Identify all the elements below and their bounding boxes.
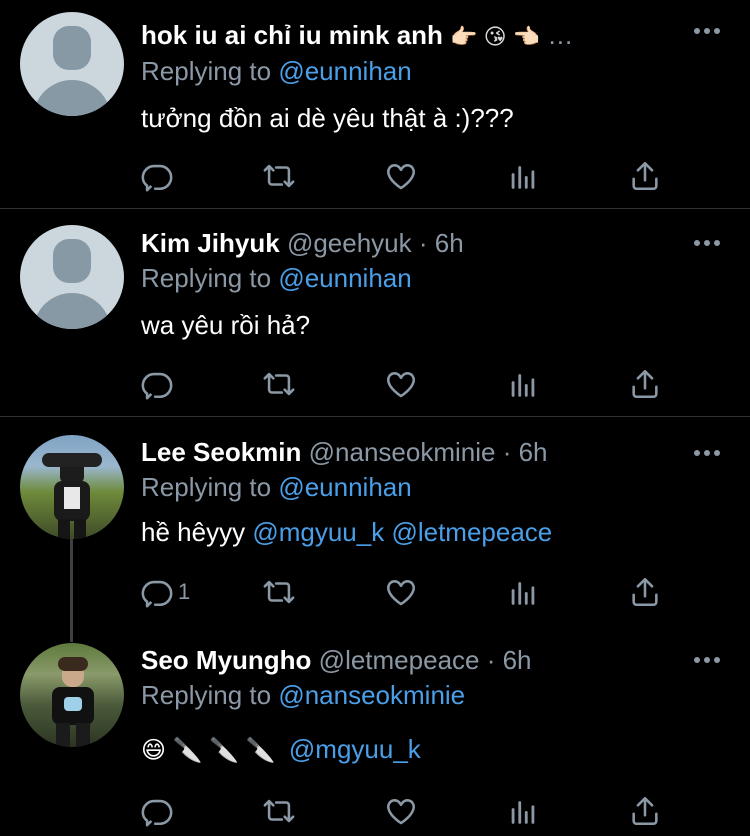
share-icon [632,369,658,399]
mention-link[interactable]: @eunnihan [278,472,411,502]
reply-count: 1 [178,579,191,604]
handle: @nanseokminie · 6h [308,437,548,467]
display-name[interactable]: Seo Myungho [141,645,311,675]
analytics-button[interactable] [506,367,540,401]
retweet-icon [263,164,295,188]
mention-link[interactable]: @mgyuu_k [252,517,384,547]
tweet[interactable]: hok iu ai chỉ iu mink anh 👉🏻 😘 👈🏻 … Repl… [0,0,750,208]
analytics-button[interactable] [506,159,540,193]
tweet-header: hok iu ai chỉ iu mink anh 👉🏻 😘 👈🏻 … [141,20,573,52]
like-button[interactable] [384,794,418,828]
avatar[interactable] [20,12,124,116]
reply-button[interactable] [140,794,174,828]
tweet-text: hề hêyyy @mgyuu_k @letmepeace [141,516,552,548]
more-icon[interactable] [694,656,720,664]
tweet-actions: 1 [140,575,680,609]
replying-to: Replying to @nanseokminie [141,680,466,710]
retweet-icon [263,799,295,823]
analytics-button[interactable] [506,575,540,609]
tweet[interactable]: Lee Seokmin @nanseokminie · 6h Replying … [0,417,750,627]
mention-link[interactable]: @letmepeace [391,517,552,547]
timeline: hok iu ai chỉ iu mink anh 👉🏻 😘 👈🏻 … Repl… [0,0,750,836]
emoji-text: 😄 🔪 🔪 🔪 [141,737,276,764]
tweet-text-prefix: hề hêyyy [141,517,246,547]
retweet-button[interactable] [262,367,296,401]
analytics-icon [511,801,535,824]
avatar[interactable] [20,435,124,539]
more-icon[interactable] [694,449,720,457]
share-icon [632,577,658,607]
tweet-header: Kim Jihyuk @geehyuk · 6h [141,228,464,258]
tweet-text: tưởng đồn ai dè yêu thật à :)??? [141,103,514,133]
analytics-icon [511,166,535,189]
tweet[interactable]: Seo Myungho @letmepeace · 6h Replying to… [0,627,750,836]
handle: @letmepeace · 6h [318,645,532,675]
like-button[interactable] [384,367,418,401]
analytics-icon [511,582,535,605]
retweet-icon [263,372,295,396]
reply-icon [141,372,173,400]
tweet-header: Lee Seokmin @nanseokminie · 6h [141,437,548,467]
handle: @geehyuk · 6h [286,228,464,258]
retweet-icon [263,580,295,604]
tweet-text: 😄 🔪 🔪 🔪 @mgyuu_k [141,733,421,767]
reply-button[interactable]: 1 [140,575,190,609]
name-emojis: 👉🏻 😘 👈🏻 [450,24,541,50]
replying-to: Replying to @eunnihan [141,263,412,293]
more-icon[interactable] [694,27,720,35]
replying-to: Replying to @eunnihan [141,472,412,502]
avatar[interactable] [20,225,124,329]
share-button[interactable] [628,159,662,193]
more-icon[interactable] [694,239,720,247]
reply-button[interactable] [140,159,174,193]
display-name[interactable]: Lee Seokmin [141,437,301,467]
avatar[interactable] [20,643,124,747]
tweet-actions [140,159,680,193]
share-button[interactable] [628,367,662,401]
display-name[interactable]: hok iu ai chỉ iu mink anh [141,20,443,50]
heart-icon [386,372,416,398]
mention-link[interactable]: @nanseokminie [278,680,465,710]
tweet-actions [140,367,680,401]
heart-icon [386,799,416,825]
analytics-button[interactable] [506,794,540,828]
display-name[interactable]: Kim Jihyuk [141,228,280,258]
share-button[interactable] [628,794,662,828]
retweet-button[interactable] [262,575,296,609]
reply-icon [141,164,173,192]
retweet-button[interactable] [262,159,296,193]
analytics-icon [511,374,535,397]
heart-icon [386,164,416,190]
like-button[interactable] [384,159,418,193]
share-icon [632,796,658,826]
heart-icon [386,580,416,606]
reply-icon [141,580,173,608]
mention-link[interactable]: @mgyuu_k [289,734,421,764]
reply-icon [141,799,173,827]
tweet-actions [140,794,680,828]
tweet[interactable]: Kim Jihyuk @geehyuk · 6h Replying to @eu… [0,209,750,416]
retweet-button[interactable] [262,794,296,828]
mention-link[interactable]: @eunnihan [278,263,411,293]
tweet-header: Seo Myungho @letmepeace · 6h [141,645,532,675]
like-button[interactable] [384,575,418,609]
mention-link[interactable]: @eunnihan [278,56,411,86]
handle: … [547,20,574,50]
reply-button[interactable] [140,367,174,401]
share-icon [632,161,658,191]
replying-to: Replying to @eunnihan [141,56,412,86]
tweet-text: wa yêu rồi hả? [141,310,311,340]
share-button[interactable] [628,575,662,609]
